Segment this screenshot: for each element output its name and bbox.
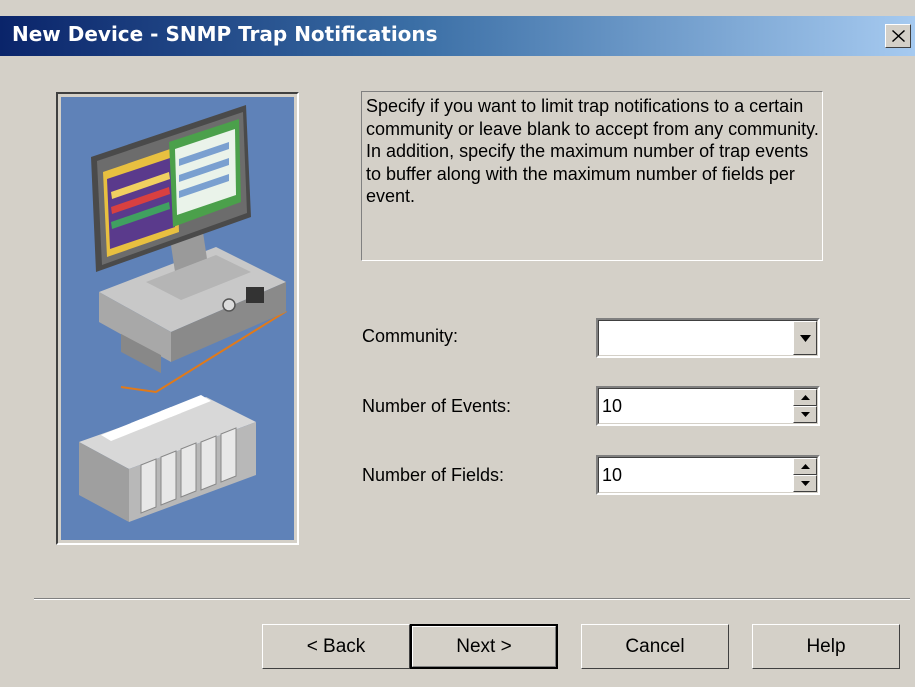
next-button[interactable]: Next > <box>410 624 558 669</box>
description-box: Specify if you want to limit trap notifi… <box>361 91 823 261</box>
arrow-up-icon <box>801 464 810 469</box>
events-spin-up[interactable] <box>793 389 817 406</box>
events-spinbox[interactable]: 10 <box>596 386 820 426</box>
arrow-down-icon <box>801 481 810 486</box>
fields-spin-up[interactable] <box>793 458 817 475</box>
fields-spin-down[interactable] <box>793 475 817 492</box>
community-combobox[interactable] <box>596 318 820 358</box>
arrow-up-icon <box>801 395 810 400</box>
title-bar: New Device - SNMP Trap Notifications <box>0 16 915 56</box>
chevron-down-icon <box>800 335 811 342</box>
dialog-window: New Device - SNMP Trap Notifications Spe… <box>0 0 915 687</box>
community-dropdown-button[interactable] <box>793 321 817 355</box>
events-label: Number of Events: <box>362 396 512 416</box>
window-title: New Device - SNMP Trap Notifications <box>12 22 438 46</box>
events-value: 10 <box>602 396 623 416</box>
help-button[interactable]: Help <box>752 624 900 669</box>
community-label: Community: <box>362 326 459 346</box>
pc-network-device-illustration <box>61 97 294 540</box>
arrow-down-icon <box>801 412 810 417</box>
wizard-illustration <box>56 92 299 545</box>
close-icon <box>892 30 905 42</box>
back-button[interactable]: < Back <box>262 624 410 669</box>
fields-spinbox[interactable]: 10 <box>596 455 820 495</box>
description-text: Specify if you want to limit trap notifi… <box>366 96 819 207</box>
fields-label: Number of Fields: <box>362 465 505 485</box>
events-spin-down[interactable] <box>793 406 817 423</box>
separator <box>34 598 910 600</box>
fields-value: 10 <box>602 465 623 485</box>
cancel-button[interactable]: Cancel <box>581 624 729 669</box>
close-button[interactable] <box>885 24 911 48</box>
